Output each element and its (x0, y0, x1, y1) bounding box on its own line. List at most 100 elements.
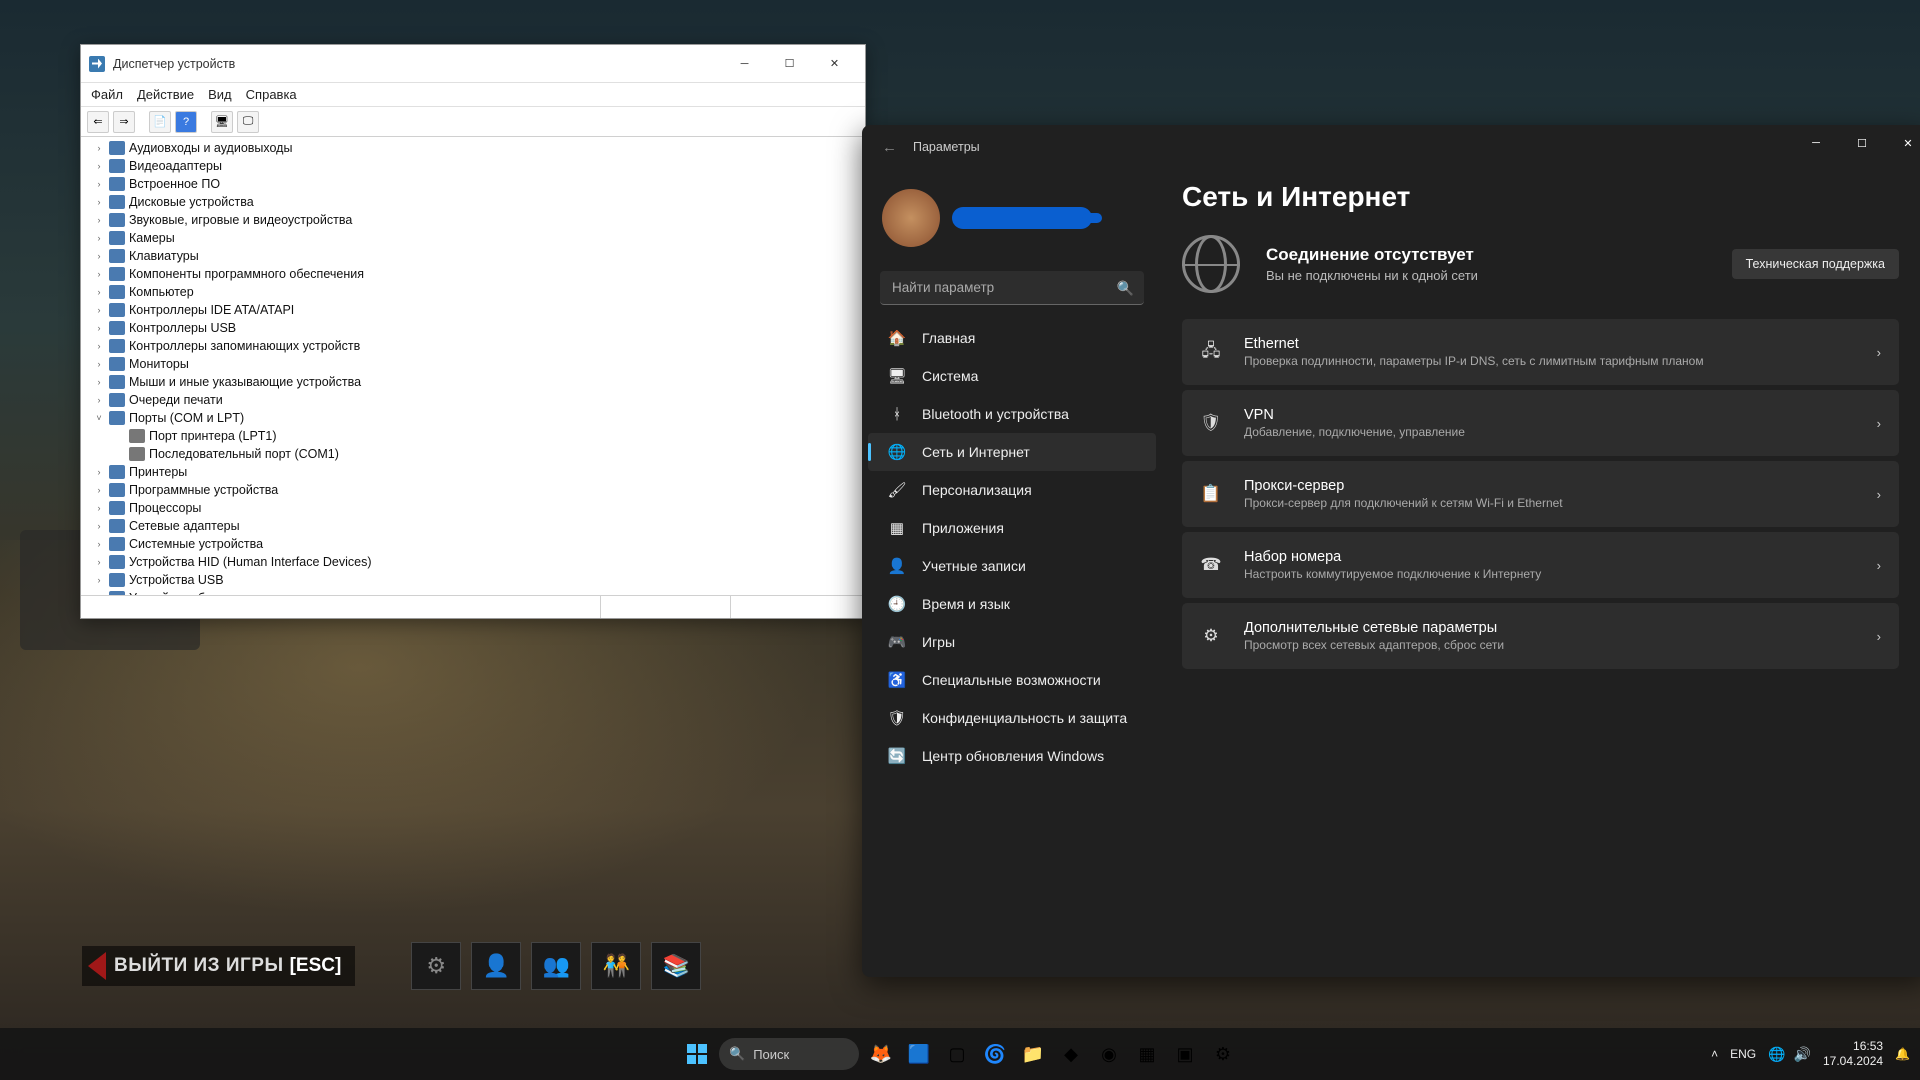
tree-item[interactable]: ›Камеры (81, 229, 865, 247)
tree-item[interactable]: ›Устройства HID (Human Interface Devices… (81, 553, 865, 571)
tree-item[interactable]: ›Очереди печати (81, 391, 865, 409)
hud-settings-icon[interactable]: ⚙ (411, 942, 461, 990)
search-icon[interactable]: 🔍 (1117, 280, 1134, 297)
start-button[interactable] (681, 1038, 713, 1070)
tree-item[interactable]: ›Контроллеры IDE ATA/ATAPI (81, 301, 865, 319)
tree-item[interactable]: ›Программные устройства (81, 481, 865, 499)
hud-inventory-icon[interactable]: 📚 (651, 942, 701, 990)
user-block[interactable] (862, 181, 1162, 265)
settings-minimize-button[interactable]: ─ (1793, 125, 1839, 161)
taskbar-copilot-icon[interactable]: 🦊 (865, 1038, 897, 1070)
tray-system[interactable]: 🌐 🔊 (1768, 1046, 1811, 1063)
tree-item[interactable]: ›Сетевые адаптеры (81, 517, 865, 535)
taskbar-widgets-icon[interactable]: 🟦 (903, 1038, 935, 1070)
devmgr-titlebar[interactable]: Диспетчер устройств ─ ☐ ✕ (81, 45, 865, 83)
tree-item[interactable]: ›Контроллеры USB (81, 319, 865, 337)
taskbar-app1-icon[interactable]: ◆ (1055, 1038, 1087, 1070)
taskbar-settings-icon[interactable]: ⚙ (1207, 1038, 1239, 1070)
tree-item[interactable]: ›Устройства USB (81, 571, 865, 589)
hud-profile-icon[interactable]: 👤 (471, 942, 521, 990)
search-input[interactable] (880, 271, 1144, 305)
menu-view[interactable]: Вид (208, 87, 232, 102)
settings-card[interactable]: 📋Прокси-серверПрокси-сервер для подключе… (1182, 461, 1899, 527)
devmgr-menubar: Файл Действие Вид Справка (81, 83, 865, 107)
taskbar-taskview-icon[interactable]: ▢ (941, 1038, 973, 1070)
settings-card[interactable]: 🛡VPNДобавление, подключение, управление› (1182, 390, 1899, 456)
hud-group-icon[interactable]: 🧑‍🤝‍🧑 (591, 942, 641, 990)
settings-close-button[interactable]: ✕ (1885, 125, 1920, 161)
tree-item[interactable]: ›Системные устройства (81, 535, 865, 553)
nav-label: Персонализация (922, 482, 1032, 498)
nav-Сеть и Интернет[interactable]: 🌐Сеть и Интернет (868, 433, 1156, 471)
tree-item[interactable]: ›Видеоадаптеры (81, 157, 865, 175)
taskbar-search[interactable]: 🔍 Поиск (719, 1038, 859, 1070)
nav-Центр обновления Windows[interactable]: 🔄Центр обновления Windows (868, 737, 1156, 775)
tool-show-icon[interactable]: 📄 (149, 111, 171, 133)
tree-item-child[interactable]: Последовательный порт (COM1) (81, 445, 865, 463)
tree-item[interactable]: ›Встроенное ПО (81, 175, 865, 193)
tray-clock[interactable]: 16:53 17.04.2024 (1823, 1039, 1883, 1069)
tool-help-icon[interactable]: ? (175, 111, 197, 133)
nav-Персонализация[interactable]: 🖌Персонализация (868, 471, 1156, 509)
nav-icon: ♿ (888, 671, 906, 689)
menu-file[interactable]: Файл (91, 87, 123, 102)
nav-Игры[interactable]: 🎮Игры (868, 623, 1156, 661)
tree-item[interactable]: ›Мыши и иные указывающие устройства (81, 373, 865, 391)
taskbar-app2-icon[interactable]: ▣ (1169, 1038, 1201, 1070)
notifications-icon[interactable]: 🔔 (1895, 1047, 1910, 1061)
tool-fwd-icon[interactable]: ⇒ (113, 111, 135, 133)
devmgr-title-text: Диспетчер устройств (113, 57, 722, 71)
tech-support-button[interactable]: Техническая поддержка (1732, 249, 1899, 279)
settings-card[interactable]: 🖧EthernetПроверка подлинности, параметры… (1182, 319, 1899, 385)
minimize-button[interactable]: ─ (722, 49, 767, 79)
tool-back-icon[interactable]: ⇐ (87, 111, 109, 133)
nav-Специальные возможности[interactable]: ♿Специальные возможности (868, 661, 1156, 699)
tree-item[interactable]: ›Контроллеры запоминающих устройств (81, 337, 865, 355)
taskbar-edge-icon[interactable]: 🌀 (979, 1038, 1011, 1070)
nav-Учетные записи[interactable]: 👤Учетные записи (868, 547, 1156, 585)
menu-help[interactable]: Справка (246, 87, 297, 102)
settings-titlebar[interactable]: ← Параметры (862, 125, 1920, 169)
tree-item[interactable]: ›Аудиовходы и аудиовыходы (81, 139, 865, 157)
nav-label: Учетные записи (922, 558, 1026, 574)
settings-card[interactable]: ☎Набор номераНастроить коммутируемое под… (1182, 532, 1899, 598)
maximize-button[interactable]: ☐ (767, 49, 812, 79)
tree-item[interactable]: ›Компоненты программного обеспечения (81, 265, 865, 283)
tree-item[interactable]: ˅Порты (COM и LPT) (81, 409, 865, 427)
nav-Bluetooth и устройства[interactable]: ᚼBluetooth и устройства (868, 395, 1156, 433)
tree-item-child[interactable]: Порт принтера (LPT1) (81, 427, 865, 445)
tray-chevron-icon[interactable]: ˄ (1711, 1047, 1718, 1061)
nav-label: Приложения (922, 520, 1004, 536)
card-title: Набор номера (1244, 549, 1541, 565)
nav-Время и язык[interactable]: 🕘Время и язык (868, 585, 1156, 623)
nav-Приложения[interactable]: ▦Приложения (868, 509, 1156, 547)
settings-maximize-button[interactable]: ☐ (1839, 125, 1885, 161)
hud-friends-icon[interactable]: 👥 (531, 942, 581, 990)
taskbar-explorer-icon[interactable]: 📁 (1017, 1038, 1049, 1070)
tree-item[interactable]: ›Дисковые устройства (81, 193, 865, 211)
nav-label: Главная (922, 330, 975, 346)
nav-Система[interactable]: 🖥Система (868, 357, 1156, 395)
taskbar-game-icon[interactable]: ▦ (1131, 1038, 1163, 1070)
tree-item[interactable]: ›Компьютер (81, 283, 865, 301)
settings-search: 🔍 (880, 271, 1144, 305)
settings-window-controls: ─ ☐ ✕ (1793, 125, 1920, 161)
tree-item[interactable]: ›Клавиатуры (81, 247, 865, 265)
tree-item[interactable]: ›Принтеры (81, 463, 865, 481)
tree-item[interactable]: ›Мониторы (81, 355, 865, 373)
devmgr-tree[interactable]: ›Аудиовходы и аудиовыходы›Видеоадаптеры›… (81, 137, 865, 595)
tool-prop-icon[interactable]: 🖵 (237, 111, 259, 133)
nav-Главная[interactable]: 🏠Главная (868, 319, 1156, 357)
exit-game-button[interactable]: ВЫЙТИ ИЗ ИГРЫ [ESC] (82, 946, 355, 986)
menu-action[interactable]: Действие (137, 87, 194, 102)
settings-card[interactable]: ⚙Дополнительные сетевые параметрыПросмот… (1182, 603, 1899, 669)
taskbar-steam-icon[interactable]: ◉ (1093, 1038, 1125, 1070)
tree-item[interactable]: ›Звуковые, игровые и видеоустройства (81, 211, 865, 229)
desktop: Диспетчер устройств ─ ☐ ✕ Файл Действие … (0, 0, 1920, 1080)
tool-scan-icon[interactable]: 🖥 (211, 111, 233, 133)
tray-lang[interactable]: ENG (1730, 1047, 1756, 1061)
back-icon[interactable]: ← (882, 139, 897, 156)
nav-Конфиденциальность и защита[interactable]: 🛡Конфиденциальность и защита (868, 699, 1156, 737)
tree-item[interactable]: ›Процессоры (81, 499, 865, 517)
close-button[interactable]: ✕ (812, 49, 857, 79)
